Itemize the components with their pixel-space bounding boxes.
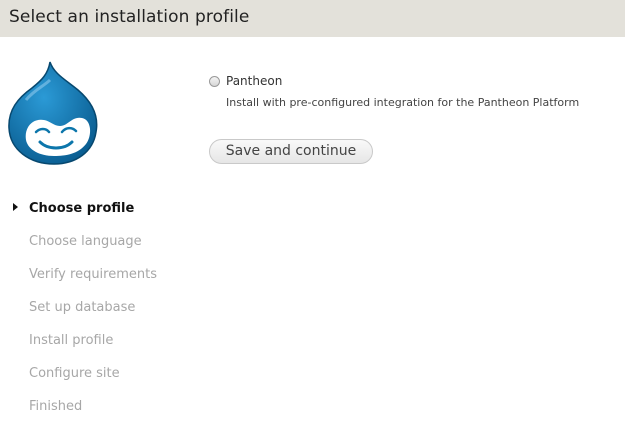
step-set-up-database: Set up database: [29, 300, 136, 315]
profile-description: Install with pre-configured integration …: [226, 96, 580, 109]
page-title: Select an installation profile: [9, 7, 250, 27]
page-header: Select an installation profile: [0, 0, 625, 37]
step-finished: Finished: [29, 399, 83, 414]
profile-label[interactable]: Pantheon: [226, 74, 282, 88]
save-and-continue-button[interactable]: Save and continue: [209, 139, 373, 164]
step-install-profile: Install profile: [29, 333, 114, 348]
step-choose-language: Choose language: [29, 234, 142, 249]
drupal-logo-icon: [8, 61, 98, 165]
step-configure-site: Configure site: [29, 366, 120, 381]
step-verify-requirements: Verify requirements: [29, 267, 158, 282]
current-step-arrow-icon: [13, 203, 18, 211]
profile-radio[interactable]: [209, 76, 220, 87]
step-choose-profile: Choose profile: [29, 201, 135, 216]
